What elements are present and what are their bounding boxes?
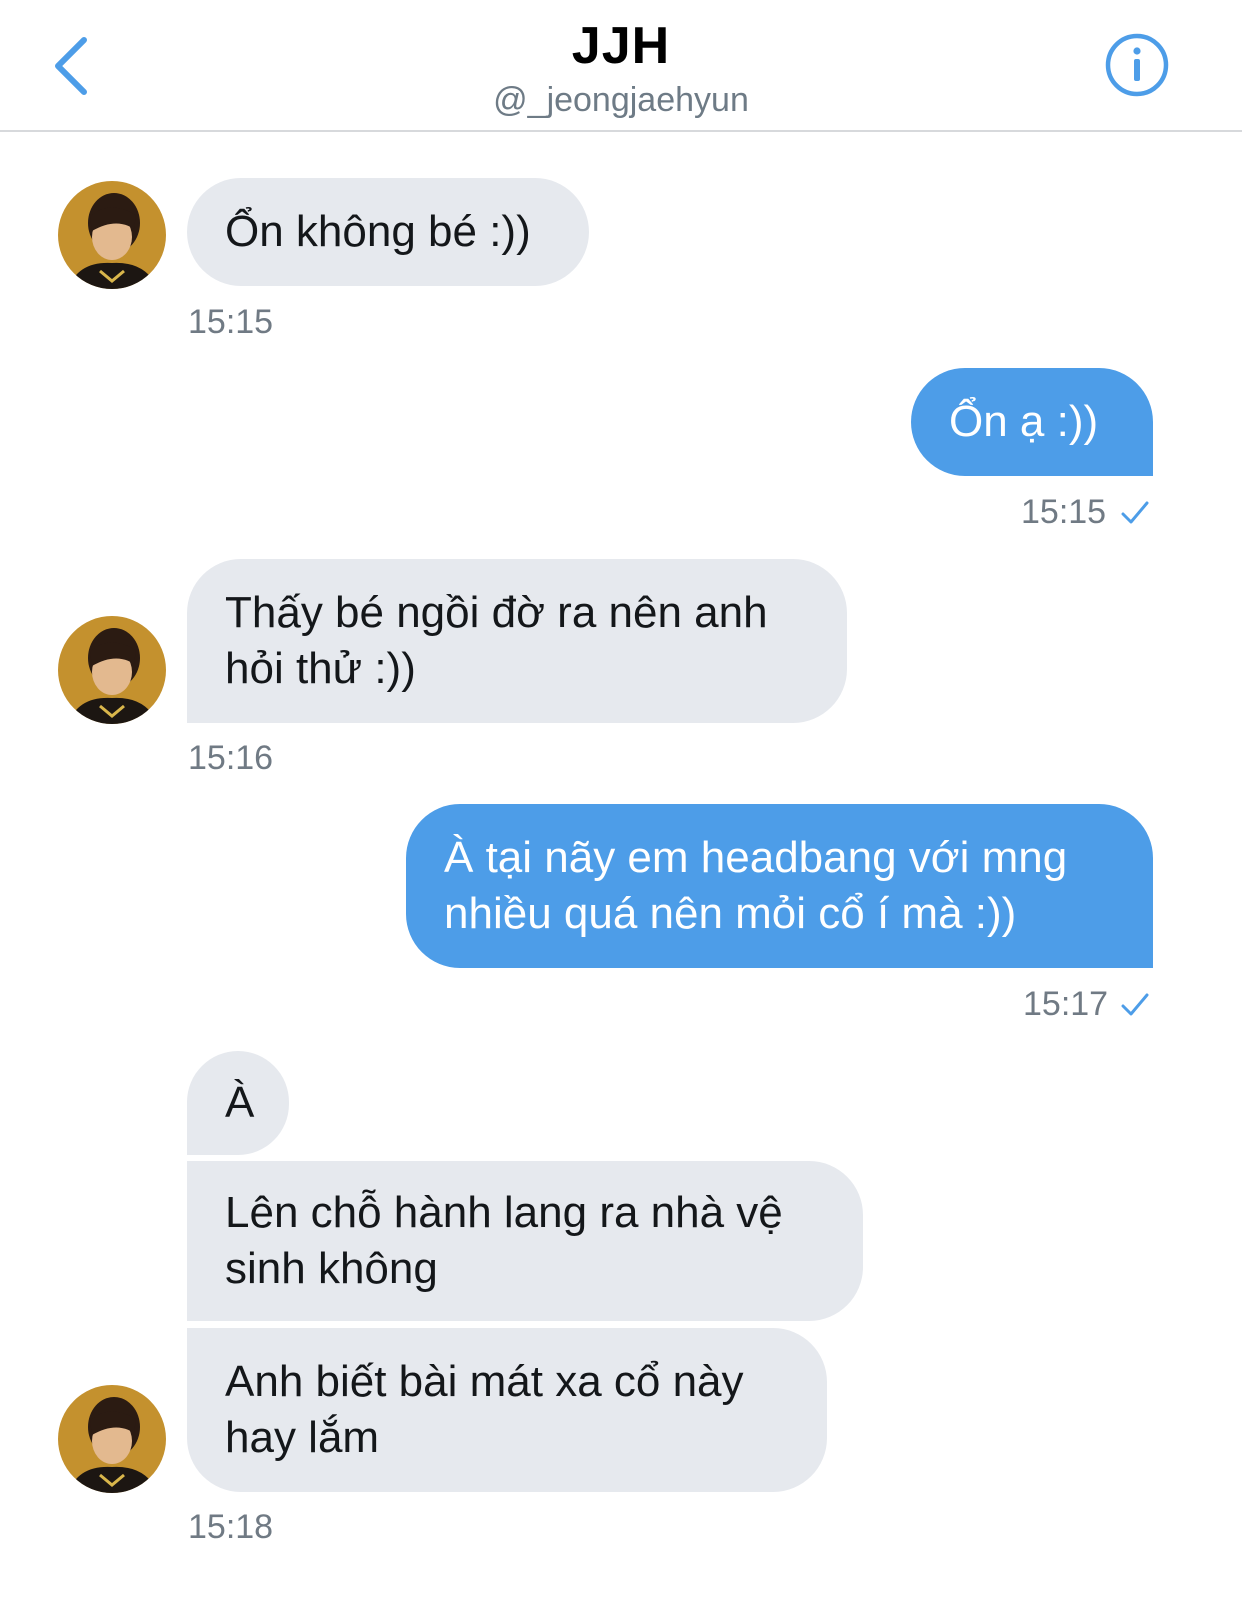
message-bubble-incoming[interactable]: Ổn không bé :)) — [187, 178, 589, 286]
message-line: Anh biết bài mát xa cổ này — [225, 1357, 744, 1406]
message-text: Ổn không bé :)) — [225, 207, 531, 256]
message-line: Lên chỗ hành lang ra nhà vệ — [225, 1188, 783, 1237]
profile-photo — [58, 1385, 166, 1493]
message-timestamp: 15:18 — [188, 1508, 274, 1546]
info-button[interactable] — [1104, 32, 1170, 98]
message-line: sinh không — [225, 1244, 438, 1293]
message-text: Thấy bé ngồi đờ ra nên anh hỏi thử :)) — [225, 585, 768, 697]
message-line: nhiều quá nên mỏi cổ í mà :)) — [444, 889, 1017, 938]
message-line: hỏi thử :)) — [225, 644, 416, 693]
message-text: Ổn ạ :)) — [949, 397, 1099, 446]
conversation-title: JJH — [571, 17, 671, 75]
message-line: À tại nãy em headbang với mng — [444, 833, 1068, 882]
message-text: Anh biết bài mát xa cổ này hay lắm — [225, 1354, 744, 1466]
message-timestamp: 15:16 — [188, 739, 274, 777]
profile-photo — [58, 181, 166, 289]
message-text: Lên chỗ hành lang ra nhà vệ sinh không — [225, 1185, 783, 1297]
message-text: À tại nãy em headbang với mng nhiều quá … — [444, 830, 1067, 942]
message-line: Thấy bé ngồi đờ ra nên anh — [225, 588, 768, 637]
profile-photo — [58, 616, 166, 724]
message-line: hay lắm — [225, 1413, 380, 1462]
message-timestamp: 15:15 — [1021, 493, 1107, 531]
check-icon — [1121, 501, 1149, 524]
info-circle-icon — [1105, 33, 1169, 97]
message-bubble-incoming[interactable]: Thấy bé ngồi đờ ra nên anh hỏi thử :)) — [187, 559, 847, 723]
check-icon — [1121, 993, 1149, 1016]
message-text: À — [225, 1078, 255, 1127]
message-bubble-incoming[interactable]: Lên chỗ hành lang ra nhà vệ sinh không — [187, 1161, 863, 1321]
message-timestamp: 15:15 — [188, 303, 274, 341]
message-bubble-incoming[interactable]: À — [187, 1051, 289, 1155]
message-bubble-incoming[interactable]: Anh biết bài mát xa cổ này hay lắm — [187, 1328, 827, 1492]
avatar[interactable] — [58, 181, 166, 289]
message-bubble-outgoing[interactable]: Ổn ạ :)) — [911, 368, 1153, 476]
message-timestamp: 15:17 — [1023, 985, 1109, 1023]
message-bubble-outgoing[interactable]: À tại nãy em headbang với mng nhiều quá … — [406, 804, 1153, 968]
avatar[interactable] — [58, 1385, 166, 1493]
conversation-header: JJH @_jeongjaehyun — [0, 0, 1242, 132]
conversation-handle: @_jeongjaehyun — [493, 81, 749, 119]
avatar[interactable] — [58, 616, 166, 724]
header-title-group[interactable]: JJH @_jeongjaehyun — [0, 16, 1242, 122]
